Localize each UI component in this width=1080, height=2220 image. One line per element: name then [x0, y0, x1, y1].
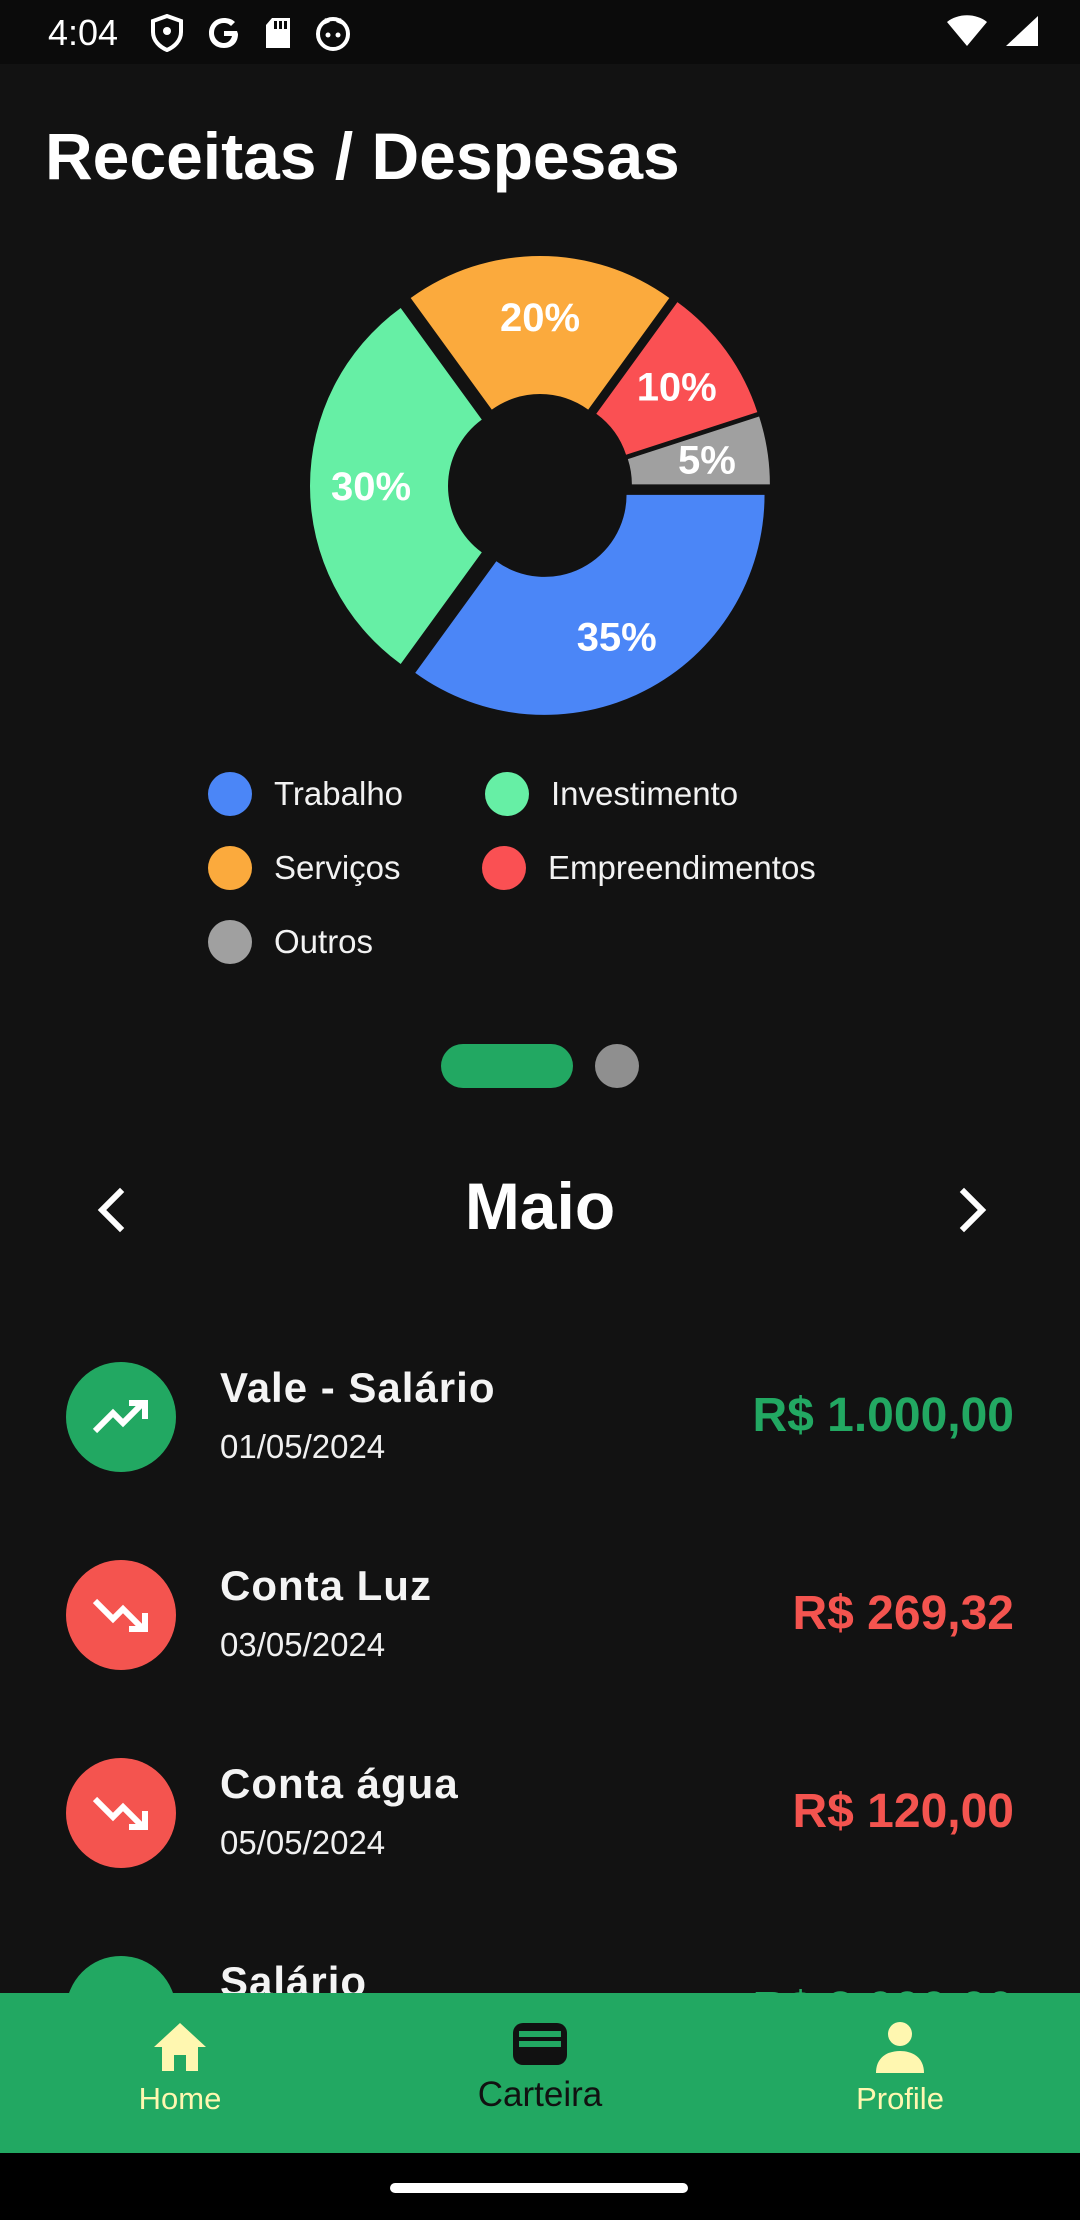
transaction-title: Conta água — [220, 1760, 459, 1807]
wifi-icon — [947, 15, 987, 46]
transaction-date: 03/05/2024 — [220, 1626, 386, 1663]
transaction-title: Vale - Salário — [220, 1364, 496, 1411]
page-title: Receitas / Despesas — [45, 119, 680, 193]
legend-item-empreendimentos: Empreendimentos — [482, 846, 816, 890]
pie-label: 30% — [331, 465, 411, 509]
transaction-item[interactable]: Salário R$ 3.000,00 — [0, 1934, 1080, 1993]
pie-chart: 35% 30% 20% 10% 5% — [310, 256, 770, 715]
pie-slice-trabalho — [415, 494, 765, 715]
person-icon — [876, 2022, 924, 2073]
home-gesture-bar[interactable] — [390, 2183, 688, 2193]
transaction-date: 05/05/2024 — [220, 1824, 386, 1861]
pie-label: 10% — [637, 366, 717, 410]
wallet-icon — [513, 2023, 567, 2065]
status-time: 4:04 — [48, 12, 119, 53]
system-gesture-area — [0, 2153, 1080, 2220]
trending-down-icon — [66, 1758, 176, 1868]
legend-dot — [485, 772, 529, 816]
transaction-title: Salário — [220, 1958, 368, 1993]
transaction-item[interactable]: Conta água 05/05/2024 R$ 120,00 — [0, 1736, 1080, 1906]
cat-icon — [316, 17, 350, 51]
legend-label: Empreendimentos — [548, 849, 816, 886]
transaction-date: 01/05/2024 — [220, 1428, 386, 1465]
pie-label: 35% — [577, 616, 657, 660]
transaction-list[interactable]: Vale - Salário 01/05/2024 R$ 1.000,00 Co… — [0, 1340, 1080, 1993]
transaction-amount: R$ 3.000,00 — [752, 1982, 1014, 1993]
transaction-amount: R$ 269,32 — [792, 1587, 1014, 1640]
legend-item-trabalho: Trabalho — [208, 772, 403, 816]
legend-label: Trabalho — [274, 775, 404, 812]
shield-icon — [151, 14, 183, 52]
page-indicator — [0, 1044, 1080, 1088]
home-icon — [154, 2023, 206, 2071]
legend-dot — [208, 846, 252, 890]
pie-label: 20% — [500, 296, 580, 340]
nav-profile-label: Profile — [856, 2081, 944, 2116]
pie-label: 5% — [678, 439, 736, 483]
legend-item-servicos: Serviços — [208, 846, 401, 890]
legend-item-outros: Outros — [208, 920, 373, 964]
trending-up-icon — [66, 1362, 176, 1472]
signal-icon — [1006, 16, 1038, 46]
month-label: Maio — [464, 1169, 616, 1243]
transaction-title: Conta Luz — [220, 1562, 432, 1609]
page-dot-active[interactable] — [441, 1044, 573, 1088]
legend-label: Serviços — [274, 849, 401, 886]
month-navigator: Maio — [0, 1160, 1080, 1260]
bottom-navigation: Home Carteira Profile — [0, 1993, 1080, 2153]
nav-home-label: Home — [138, 2081, 222, 2116]
next-month-button[interactable] — [940, 1178, 1004, 1242]
legend-label: Outros — [274, 923, 374, 960]
status-bar: 4:04 — [0, 0, 1080, 64]
transaction-item[interactable]: Conta Luz 03/05/2024 R$ 269,32 — [0, 1538, 1080, 1708]
legend-dot — [208, 772, 252, 816]
nav-home[interactable]: Home — [0, 1993, 360, 2153]
trending-down-icon — [66, 1560, 176, 1670]
chevron-right-icon — [959, 1187, 987, 1233]
nav-carteira-label: Carteira — [477, 2075, 603, 2114]
legend-dot — [482, 846, 526, 890]
nav-carteira[interactable]: Carteira — [360, 1993, 720, 2153]
legend-label: Investimento — [551, 775, 739, 812]
transaction-item[interactable]: Vale - Salário 01/05/2024 R$ 1.000,00 — [0, 1340, 1080, 1510]
trending-up-icon — [66, 1956, 176, 1993]
google-icon — [209, 18, 238, 48]
sd-card-icon — [266, 18, 290, 48]
nav-profile[interactable]: Profile — [720, 1993, 1080, 2153]
status-system-icons — [946, 14, 1040, 48]
page-dot-inactive[interactable] — [595, 1044, 639, 1088]
transaction-amount: R$ 120,00 — [792, 1785, 1014, 1838]
status-notification-icons — [150, 14, 352, 52]
legend-item-investimento: Investimento — [485, 772, 738, 816]
transaction-amount: R$ 1.000,00 — [752, 1389, 1014, 1442]
legend-dot — [208, 920, 252, 964]
